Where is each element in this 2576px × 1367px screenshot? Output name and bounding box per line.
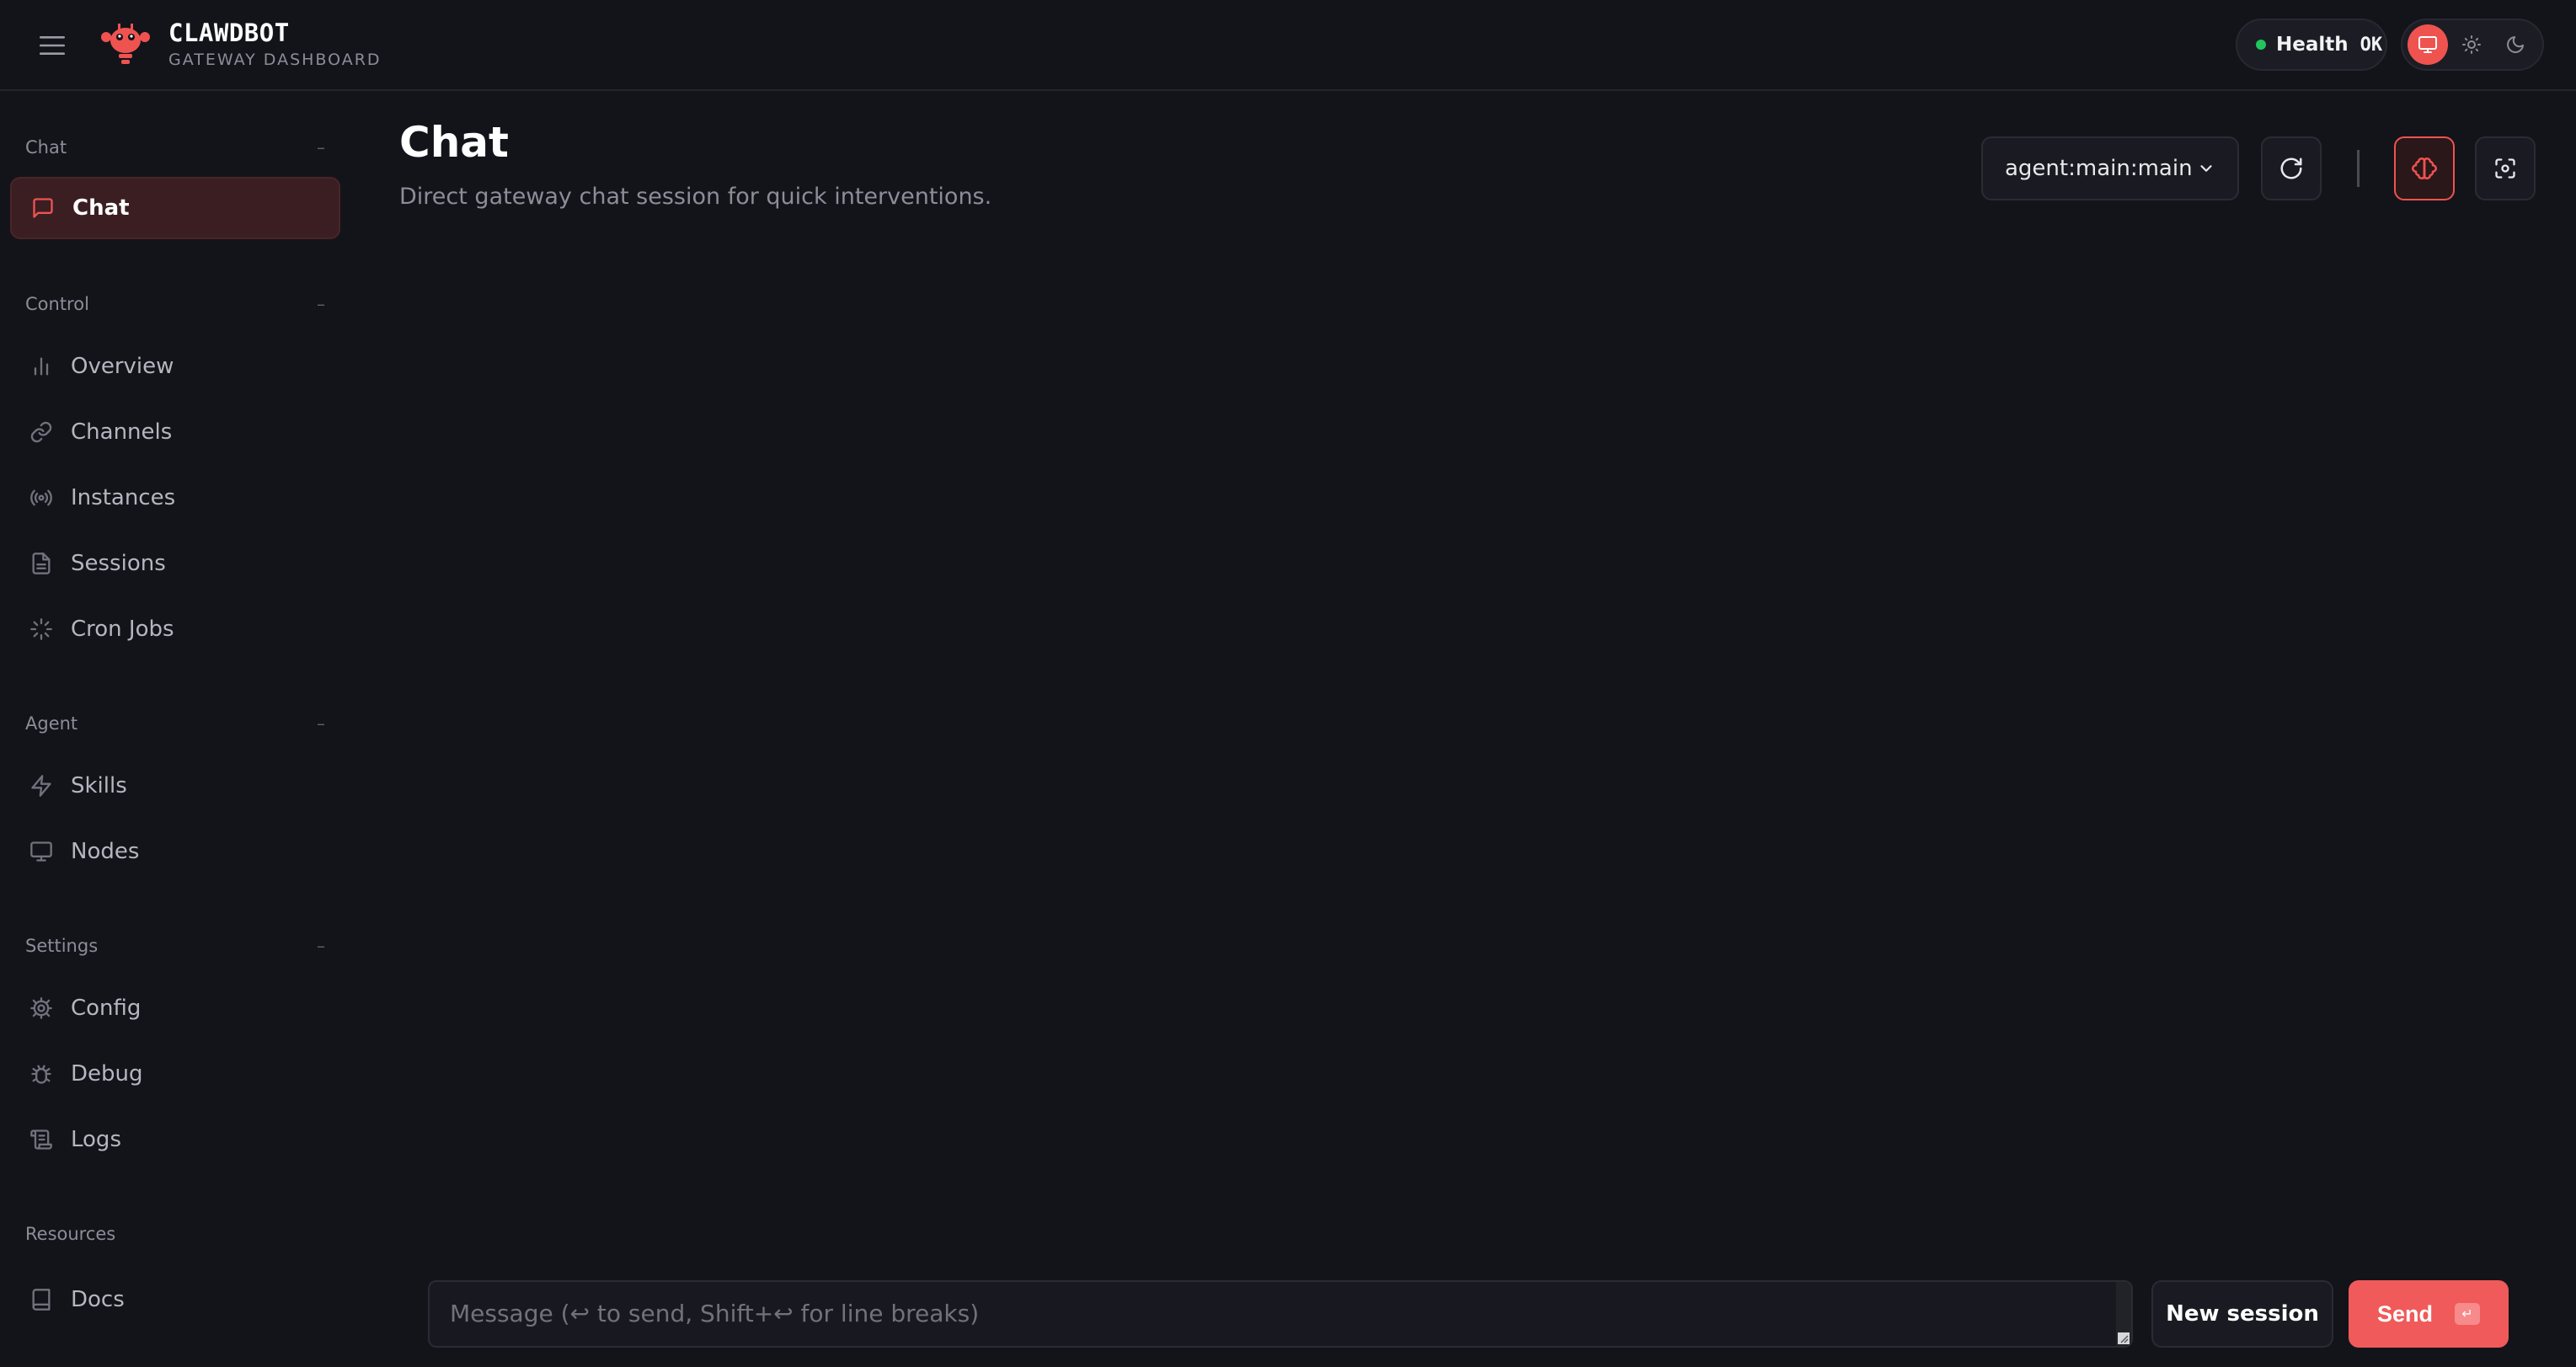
bar-chart-icon: [29, 354, 54, 379]
page-title: Chat: [399, 118, 509, 167]
brain-icon: [2412, 158, 2437, 179]
brand-title: CLAWDBOT: [168, 19, 290, 47]
sidebar-item-label: Chat: [72, 195, 130, 221]
collapse-icon: –: [317, 713, 325, 734]
page-subtitle: Direct gateway chat session for quick in…: [399, 184, 992, 210]
sidebar-item-label: Debug: [71, 1061, 143, 1087]
sidebar-section-title: Agent: [25, 713, 78, 734]
sidebar-section-title: Chat: [25, 137, 67, 158]
sidebar-section-resources[interactable]: Resources: [25, 1221, 329, 1247]
monitor-icon: [29, 839, 54, 864]
sidebar-item-channels[interactable]: Channels: [10, 401, 340, 463]
zap-icon: [29, 773, 54, 798]
health-status-badge: Health OK: [2236, 19, 2387, 71]
theme-system-button[interactable]: [2408, 24, 2448, 65]
book-icon: [29, 1287, 54, 1312]
moon-icon: [2507, 36, 2524, 53]
sidebar-section-title: Control: [25, 294, 89, 314]
toolbar-divider: [2357, 150, 2360, 187]
sidebar-item-label: Sessions: [71, 551, 166, 576]
radio-icon: [29, 485, 54, 510]
sidebar-item-label: Docs: [71, 1287, 125, 1312]
send-button-label: Send: [2376, 1300, 2433, 1327]
sidebar-section-settings[interactable]: Settings –: [25, 933, 329, 959]
link-icon: [29, 419, 54, 445]
sidebar-item-logs[interactable]: Logs: [10, 1108, 340, 1171]
enter-key-icon: ↵: [2455, 1303, 2480, 1325]
sidebar-item-skills[interactable]: Skills: [10, 755, 340, 817]
health-status-dot: [2256, 40, 2266, 50]
sidebar-section-chat[interactable]: Chat –: [25, 135, 329, 160]
resize-grip-icon[interactable]: [2118, 1332, 2130, 1344]
collapse-icon: –: [317, 936, 325, 956]
message-square-icon: [30, 195, 56, 221]
file-text-icon: [29, 551, 54, 576]
sidebar-section-control[interactable]: Control –: [25, 291, 329, 317]
sidebar-item-cron-jobs[interactable]: Cron Jobs: [10, 598, 340, 660]
theme-light-button[interactable]: [2451, 24, 2492, 65]
session-select[interactable]: agent:main:main: [1981, 136, 2239, 200]
sidebar-item-docs[interactable]: Docs: [10, 1268, 340, 1331]
collapse-icon: –: [317, 137, 325, 158]
sidebar-item-overview[interactable]: Overview: [10, 335, 340, 398]
gear-icon: [29, 996, 54, 1021]
focus-mode-button[interactable]: [2475, 136, 2536, 200]
top-bar: CLAWDBOT GATEWAY DASHBOARD Health OK: [0, 0, 2576, 91]
refresh-button[interactable]: [2261, 136, 2322, 200]
theme-dark-button[interactable]: [2495, 24, 2536, 65]
sidebar-item-chat[interactable]: Chat: [10, 177, 340, 239]
message-composer: [428, 1280, 2133, 1348]
message-input[interactable]: [450, 1295, 2111, 1332]
new-session-button[interactable]: New session: [2151, 1280, 2333, 1348]
refresh-icon: [2280, 158, 2302, 179]
hamburger-icon: [40, 36, 65, 55]
lobster-logo-icon: [101, 24, 150, 64]
sidebar-item-label: Skills: [71, 773, 127, 798]
menu-toggle-button[interactable]: [32, 25, 72, 66]
send-button[interactable]: Send ↵: [2349, 1280, 2509, 1348]
health-label: Health: [2276, 34, 2349, 56]
sidebar-item-label: Nodes: [71, 839, 140, 864]
session-select-value: agent:main:main: [2005, 156, 2193, 181]
collapse-icon: –: [317, 294, 325, 314]
health-value: OK: [2360, 34, 2383, 56]
scroll-icon: [29, 1127, 54, 1152]
sidebar-item-sessions[interactable]: Sessions: [10, 532, 340, 595]
loader-icon: [29, 617, 54, 642]
sidebar-section-title: Resources: [25, 1224, 116, 1244]
sidebar-item-nodes[interactable]: Nodes: [10, 820, 340, 883]
bug-icon: [29, 1061, 54, 1087]
sidebar-item-label: Config: [71, 996, 142, 1021]
sidebar-item-debug[interactable]: Debug: [10, 1043, 340, 1105]
sidebar-item-label: Channels: [71, 419, 173, 445]
thinking-toggle-button[interactable]: [2394, 136, 2455, 200]
sun-icon: [2462, 35, 2481, 54]
theme-switcher: [2401, 19, 2544, 71]
sidebar-section-title: Settings: [25, 936, 99, 956]
sidebar-item-label: Overview: [71, 354, 174, 379]
sidebar-item-label: Cron Jobs: [71, 617, 174, 642]
sidebar-section-agent[interactable]: Agent –: [25, 711, 329, 736]
brand-subtitle: GATEWAY DASHBOARD: [168, 51, 382, 69]
sidebar: Chat – Chat Control – Overview Channels: [0, 93, 354, 1367]
sidebar-item-config[interactable]: Config: [10, 977, 340, 1039]
focus-icon: [2495, 158, 2515, 179]
app-root: CLAWDBOT GATEWAY DASHBOARD Health OK Cha…: [0, 0, 2576, 1367]
sidebar-item-instances[interactable]: Instances: [10, 467, 340, 529]
sidebar-item-label: Logs: [71, 1127, 121, 1152]
sidebar-item-label: Instances: [71, 485, 176, 510]
monitor-icon: [2418, 36, 2437, 53]
chevron-down-icon: [2200, 165, 2212, 172]
